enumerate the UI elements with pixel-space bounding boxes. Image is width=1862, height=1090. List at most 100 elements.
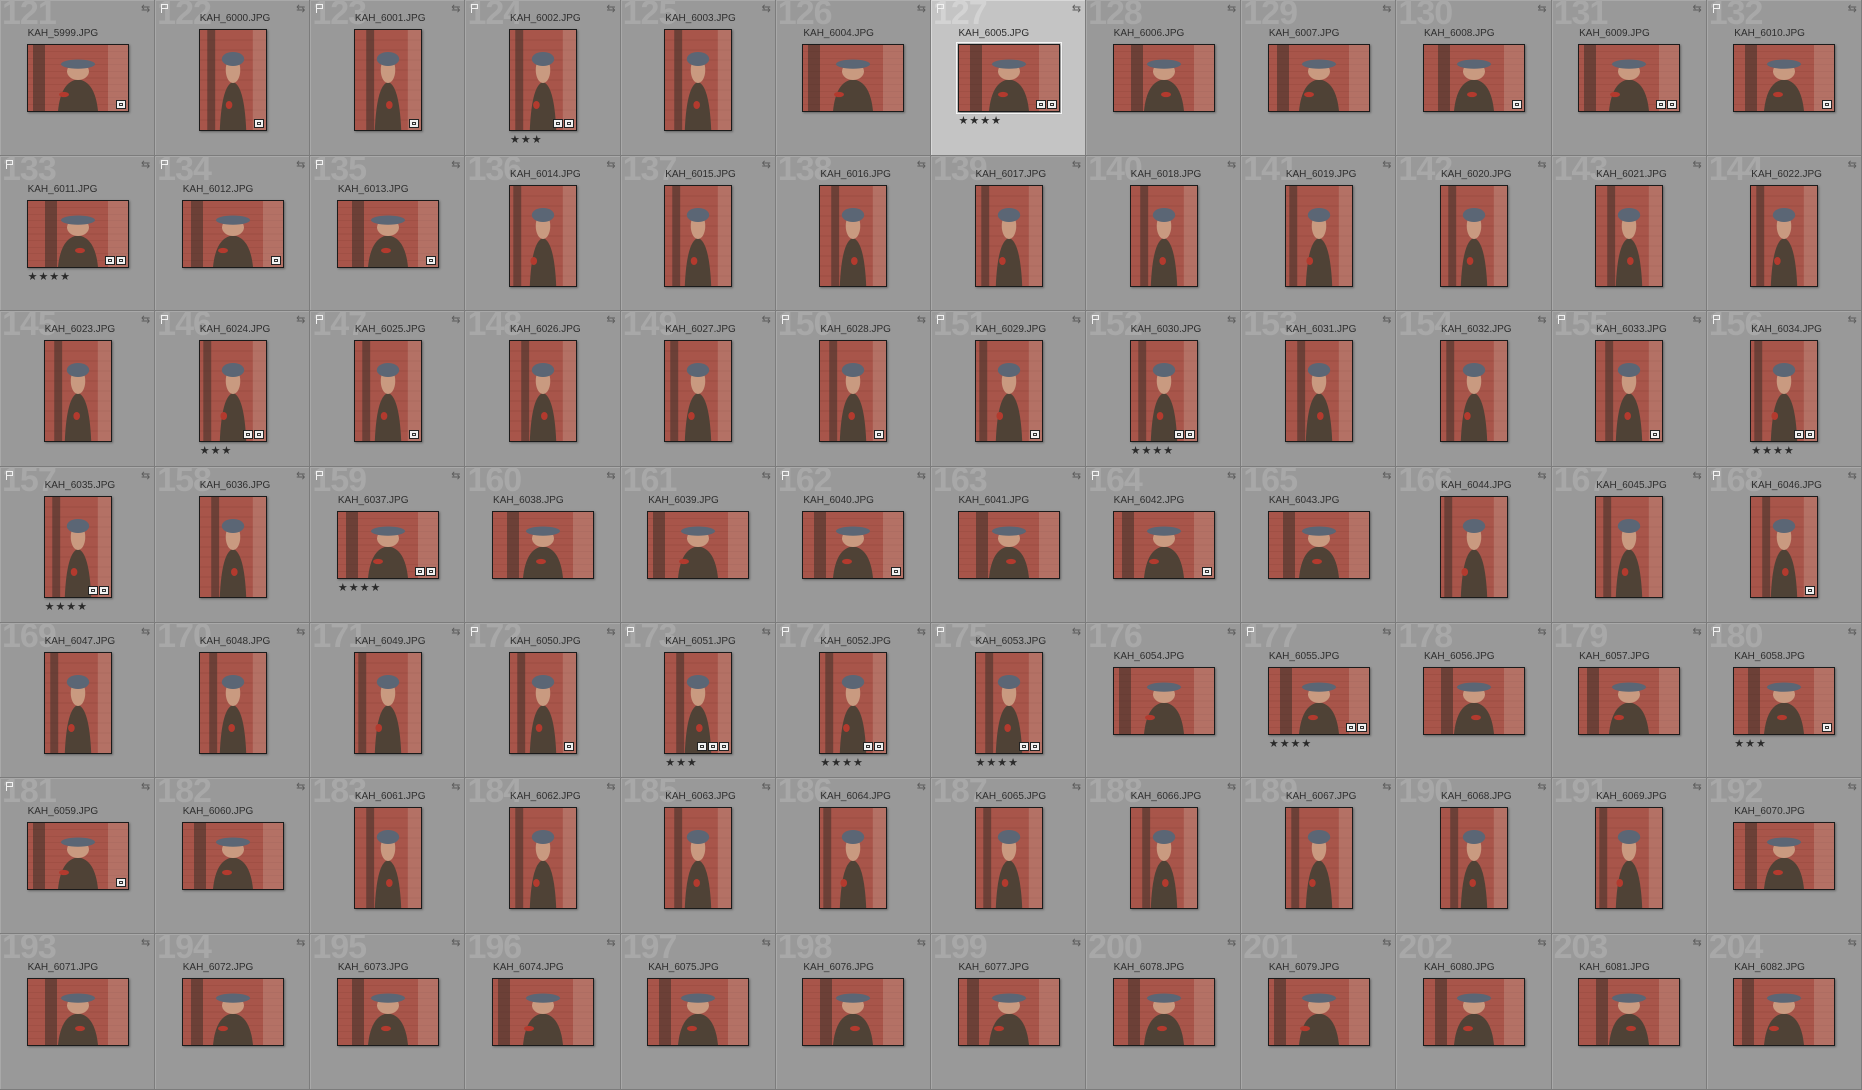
rotate-icon[interactable]: ⇆ xyxy=(1537,938,1546,949)
photo-thumbnail[interactable] xyxy=(1750,184,1819,287)
photo-thumbnail[interactable] xyxy=(353,340,422,443)
rotate-icon[interactable]: ⇆ xyxy=(917,315,926,326)
photo-thumbnail[interactable] xyxy=(509,184,578,287)
thumbnail-badge-icon[interactable] xyxy=(708,741,719,751)
photo-thumbnail[interactable] xyxy=(1112,44,1215,112)
rotate-icon[interactable]: ⇆ xyxy=(1382,315,1391,326)
rotate-icon[interactable]: ⇆ xyxy=(1227,782,1236,793)
flag-icon[interactable] xyxy=(6,782,13,792)
photo-thumbnail[interactable] xyxy=(1733,822,1836,891)
grid-cell[interactable]: 157 ⇆ KAH_6035.JPG ★★★★ xyxy=(0,467,156,623)
rotate-icon[interactable]: ⇆ xyxy=(296,782,305,793)
grid-cell[interactable]: 145 ⇆ KAH_6023.JPG xyxy=(0,311,156,468)
grid-cell[interactable]: 193 ⇆ KAH_6071.JPG xyxy=(0,934,156,1090)
thumbnail-badge-icon[interactable] xyxy=(1822,100,1833,109)
grid-cell[interactable]: 167 ⇆ KAH_6045.JPG xyxy=(1551,467,1707,623)
thumbnail-badge-icon[interactable] xyxy=(87,586,98,596)
star-rating[interactable]: ★★★ xyxy=(1734,738,1767,750)
grid-cell[interactable]: 139 ⇆ KAH_6017.JPG xyxy=(930,155,1087,312)
photo-thumbnail[interactable] xyxy=(1422,666,1525,735)
grid-cell[interactable]: 160 ⇆ KAH_6038.JPG xyxy=(465,467,621,623)
grid-cell[interactable]: 195 ⇆ KAH_6073.JPG xyxy=(310,934,466,1090)
thumbnail-badge-icon[interactable] xyxy=(242,430,253,440)
rotate-icon[interactable]: ⇆ xyxy=(141,471,150,482)
flag-icon[interactable] xyxy=(1712,471,1720,481)
photo-thumbnail[interactable] xyxy=(26,978,129,1047)
flag-icon[interactable] xyxy=(781,315,789,325)
thumbnail-badge-icon[interactable] xyxy=(98,586,109,596)
star-rating[interactable]: ★★★★ xyxy=(976,757,1019,769)
grid-cell[interactable]: 129 ⇆ KAH_6007.JPG xyxy=(1241,0,1397,156)
rotate-icon[interactable]: ⇆ xyxy=(451,782,460,793)
grid-cell[interactable]: 135 ⇆ KAH_6013.JPG xyxy=(310,155,466,312)
grid-cell[interactable]: 169 ⇆ KAH_6047.JPG xyxy=(0,622,156,779)
star-rating[interactable]: ★★★★ xyxy=(1131,446,1174,457)
grid-cell[interactable]: 126 ⇆ KAH_6004.JPG xyxy=(775,0,931,156)
grid-cell[interactable]: 186 ⇆ KAH_6064.JPG xyxy=(775,778,931,935)
grid-cell[interactable]: 161 ⇆ KAH_6039.JPG xyxy=(620,467,776,623)
photo-thumbnail[interactable] xyxy=(664,29,733,131)
rotate-icon[interactable]: ⇆ xyxy=(296,4,305,15)
rotate-icon[interactable]: ⇆ xyxy=(1693,938,1702,949)
photo-thumbnail[interactable] xyxy=(1267,44,1370,112)
photo-thumbnail[interactable] xyxy=(336,511,439,580)
grid-cell[interactable]: 147 ⇆ KAH_6025.JPG xyxy=(310,311,466,468)
rotate-icon[interactable]: ⇆ xyxy=(1072,315,1081,326)
photo-thumbnail[interactable] xyxy=(1733,666,1836,735)
rotate-icon[interactable]: ⇆ xyxy=(1227,471,1236,482)
rotate-icon[interactable]: ⇆ xyxy=(141,938,150,949)
rotate-icon[interactable]: ⇆ xyxy=(451,4,460,15)
rotate-icon[interactable]: ⇆ xyxy=(1537,626,1546,638)
rotate-icon[interactable]: ⇆ xyxy=(1848,159,1857,171)
star-rating[interactable]: ★★★ xyxy=(200,446,233,457)
grid-cell[interactable]: 143 ⇆ KAH_6021.JPG xyxy=(1551,155,1707,312)
star-rating[interactable]: ★★★★ xyxy=(338,583,381,594)
rotate-icon[interactable]: ⇆ xyxy=(1382,626,1391,638)
photo-thumbnail[interactable] xyxy=(1750,340,1819,443)
grid-cell[interactable]: 190 ⇆ KAH_6068.JPG xyxy=(1396,778,1552,935)
thumbnail-badge-icon[interactable] xyxy=(1184,430,1195,440)
thumbnail-badge-icon[interactable] xyxy=(553,119,564,128)
grid-cell[interactable]: 164 ⇆ KAH_6042.JPG xyxy=(1086,467,1242,623)
grid-cell[interactable]: 149 ⇆ KAH_6027.JPG xyxy=(620,311,776,468)
photo-thumbnail[interactable] xyxy=(1578,44,1681,112)
photo-thumbnail[interactable] xyxy=(43,651,112,754)
rotate-icon[interactable]: ⇆ xyxy=(917,159,926,171)
photo-thumbnail[interactable] xyxy=(664,651,733,754)
photo-thumbnail[interactable] xyxy=(664,184,733,287)
photo-thumbnail[interactable] xyxy=(26,199,129,268)
thumbnail-badge-icon[interactable] xyxy=(1794,430,1805,440)
thumbnail-badge-icon[interactable] xyxy=(115,878,126,888)
thumbnail-badge-icon[interactable] xyxy=(1511,100,1522,109)
rotate-icon[interactable]: ⇆ xyxy=(451,626,460,638)
photo-thumbnail[interactable] xyxy=(181,199,284,268)
thumbnail-badge-icon[interactable] xyxy=(697,741,708,751)
grid-cell[interactable]: 199 ⇆ KAH_6077.JPG xyxy=(930,934,1087,1090)
rotate-icon[interactable]: ⇆ xyxy=(141,626,150,638)
rotate-icon[interactable]: ⇆ xyxy=(141,4,150,15)
rotate-icon[interactable]: ⇆ xyxy=(296,471,305,482)
rotate-icon[interactable]: ⇆ xyxy=(1537,4,1546,15)
rotate-icon[interactable]: ⇆ xyxy=(606,782,615,793)
rotate-icon[interactable]: ⇆ xyxy=(1072,938,1081,949)
rotate-icon[interactable]: ⇆ xyxy=(451,315,460,326)
rotate-icon[interactable]: ⇆ xyxy=(762,4,771,15)
photo-thumbnail[interactable] xyxy=(1422,978,1525,1047)
grid-cell[interactable]: 162 ⇆ KAH_6040.JPG xyxy=(775,467,931,623)
photo-thumbnail[interactable] xyxy=(974,184,1043,287)
grid-cell[interactable]: 197 ⇆ KAH_6075.JPG xyxy=(620,934,776,1090)
thumbnail-badge-icon[interactable] xyxy=(1356,722,1367,732)
photo-thumbnail[interactable] xyxy=(181,822,284,891)
thumbnail-badge-icon[interactable] xyxy=(1029,430,1040,440)
photo-thumbnail[interactable] xyxy=(1578,666,1681,735)
grid-cell[interactable]: 146 ⇆ KAH_6024.JPG ★★★ xyxy=(155,311,311,468)
thumbnail-badge-icon[interactable] xyxy=(1173,430,1184,440)
photo-thumbnail[interactable] xyxy=(1112,511,1215,580)
photo-thumbnail[interactable] xyxy=(647,978,750,1047)
grid-cell[interactable]: 178 ⇆ KAH_6056.JPG xyxy=(1396,622,1552,779)
thumbnail-badge-icon[interactable] xyxy=(253,430,264,440)
grid-cell[interactable]: 121 ⇆ KAH_5999.JPG xyxy=(0,0,156,156)
rotate-icon[interactable]: ⇆ xyxy=(1072,782,1081,793)
rotate-icon[interactable]: ⇆ xyxy=(451,159,460,171)
photo-thumbnail[interactable] xyxy=(1267,511,1370,580)
